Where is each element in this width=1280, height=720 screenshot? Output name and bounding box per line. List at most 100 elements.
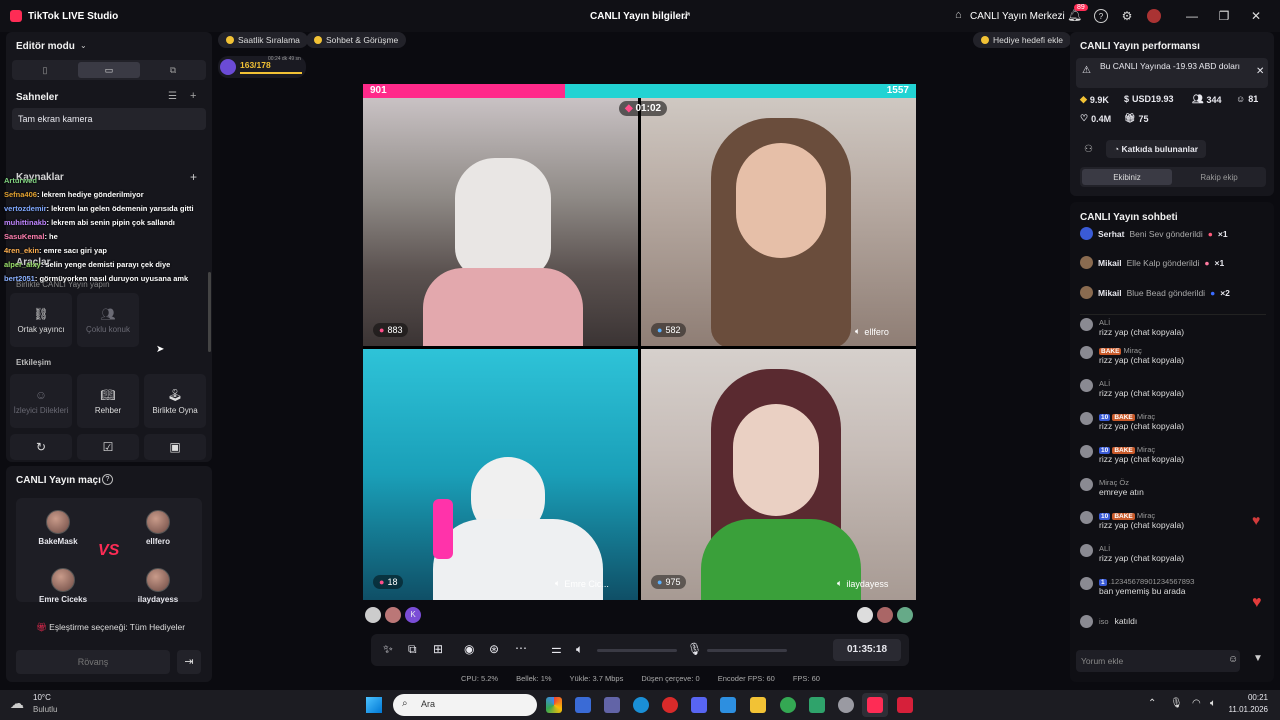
player-bakemask[interactable]: BakeMask [28,510,88,546]
opponent-avatar[interactable] [857,607,873,623]
dropped-frames-stat: Düşen çerçeve: 0 [641,674,700,683]
guest-avatar[interactable]: K [405,607,421,623]
tab-your-team[interactable]: Ekibiniz [1082,169,1172,185]
task-tile[interactable]: ☑ [77,434,139,460]
avatar [1080,286,1093,299]
rematch-button[interactable]: Rövanş [16,650,170,674]
player-emre[interactable]: Emre Ciceks [28,568,98,604]
store-icon[interactable] [575,697,591,713]
share-icon[interactable]: ↗ [682,9,691,22]
volume-icon[interactable]: 🔈︎ [576,642,583,657]
joystick-icon: 🕹︎ [167,387,183,402]
layout-rotate-button[interactable]: ⧉ [142,62,204,78]
chevron-down-icon[interactable]: ⌄ [80,41,87,50]
taskbar-search[interactable]: Ara [393,694,537,716]
windows-start-icon[interactable] [366,697,382,713]
layout-landscape-button[interactable]: ▭ [78,62,140,78]
chrome-profile-icon[interactable] [780,697,796,713]
guest-avatar[interactable] [365,607,381,623]
opponent-avatar[interactable] [897,607,913,623]
add-media-icon[interactable]: ⊞ [433,642,443,656]
live-center-link[interactable]: CANLI Yayın Merkezi [970,11,1065,22]
video-cell-4[interactable]: ● 975 🔈︎ ilaydayess [641,349,916,600]
microphone-icon[interactable]: 🎙︎ [687,642,702,656]
tab-rival-team[interactable]: Rakip ekip [1174,169,1264,185]
scene-item[interactable]: Tam ekran kamera [12,108,206,130]
guide-tile[interactable]: 📖︎ Rehber [77,374,139,428]
add-gift-goal-pill[interactable]: Hediye hedefi ekle [973,32,1071,48]
teams-icon[interactable] [604,697,620,713]
viewer-wishes-tile[interactable]: ☺ İzleyici Dilekleri [10,374,72,428]
close-icon[interactable]: ✕ [1249,9,1263,23]
play-together-tile[interactable]: 🕹︎ Birlikte Oyna [144,374,206,428]
chat-meet-pill[interactable]: Sohbet & Görüşme [306,32,407,48]
clock-date[interactable]: 11.01.2026 [1222,705,1268,714]
close-icon[interactable]: ✕ [1256,66,1264,77]
mic-tray-icon[interactable]: 🎙︎ [1170,698,1183,709]
screen-share-icon[interactable]: ⧉ [408,642,417,657]
hourly-ranking-pill[interactable]: Saatlik Sıralama [218,32,308,48]
layout-portrait-button[interactable]: ▯ [14,62,76,78]
avatar [146,568,170,592]
add-scene-icon[interactable]: + [190,90,196,102]
chrome-icon[interactable] [546,697,562,713]
editor-mode-label[interactable]: Editör modu [16,41,75,52]
comment-input[interactable]: Yorum ekle [1076,650,1240,672]
speaker-icon[interactable]: 🔈︎ [1210,698,1216,709]
video-cell-2[interactable]: ● 582 🔈︎ ellfero [641,98,916,346]
discord-icon[interactable] [691,697,707,713]
live-info-title[interactable]: CANLI Yayın bilgileri [590,11,688,22]
app-icon[interactable] [809,697,825,713]
volume-slider[interactable] [597,649,677,652]
more-icon[interactable]: ⋯ [515,641,527,655]
bake-badge: BAKE [1112,414,1135,421]
chevron-up-icon[interactable]: ⌃ [1148,698,1156,709]
notification-badge: 89 [1074,4,1088,11]
mic-slider[interactable] [707,649,787,652]
poll-tile[interactable]: ↻ [10,434,72,460]
help-icon[interactable]: ? [102,474,113,485]
wifi-icon[interactable]: ◠ [1192,698,1201,709]
exit-match-icon[interactable]: ⇥ [177,650,201,674]
multi-guest-tile[interactable]: 👥︎ Çoklu konuk [77,293,139,347]
speaker-icon[interactable]: 🔈︎ [837,578,842,589]
youtube-icon[interactable] [897,697,913,713]
sliders-icon[interactable]: ⚌ [551,642,562,656]
tiktok-taskbar-active[interactable] [862,693,888,717]
contributors-button[interactable]: ◔ Katkıda bulunanlar [1106,140,1207,158]
edge-icon[interactable] [633,697,649,713]
team-tabs: Ekibiniz Rakip ekip [1080,167,1266,187]
folder-icon[interactable] [750,697,766,713]
chrome-alt-icon[interactable] [838,697,854,713]
link-icon: ⛓ [33,306,49,321]
weather-temp[interactable]: 10°C [33,693,51,702]
mail-icon[interactable] [720,697,736,713]
effects-icon[interactable]: ⊛ [489,642,499,656]
help-icon[interactable]: ? [1094,9,1108,23]
player-ilayda[interactable]: ilaydayess [128,568,188,604]
scrollbar[interactable] [208,272,211,352]
co-host-tile[interactable]: ⛓ Ortak yayıncı [10,293,72,347]
video-cell-1[interactable]: ● 883 [363,98,638,346]
refresh-icon: ↻ [35,440,47,454]
emoji-icon[interactable]: ☺ [1228,654,1238,665]
player-ellfero[interactable]: ellfero [128,510,188,546]
avatar [1080,544,1093,557]
settings-gear-icon[interactable]: ⚙ [1120,9,1134,23]
opera-icon[interactable] [662,697,678,713]
video-cell-3[interactable]: ● 18 🔈︎ Emre Cic... [363,349,638,600]
filter-icon[interactable]: ▼ [1253,653,1263,664]
maximize-icon[interactable]: ❐ [1217,9,1231,23]
record-icon[interactable]: ◉ [464,642,474,656]
overlay-line: bert2051: görmüyorken nasıl duruyon uyus… [4,274,189,283]
speaker-icon[interactable]: 🔈︎ [855,326,860,337]
opponent-avatar[interactable] [877,607,893,623]
clock-time[interactable]: 00:21 [1232,693,1268,702]
profile-avatar[interactable] [1147,9,1161,23]
speaker-icon[interactable]: 🔈︎ [555,578,560,589]
magic-wand-icon[interactable]: ✨︎ [383,642,393,657]
list-icon[interactable]: ☰ [168,91,177,102]
guest-avatar[interactable] [385,607,401,623]
minimize-icon[interactable]: — [1185,9,1199,23]
box-tile[interactable]: ▣ [144,434,206,460]
